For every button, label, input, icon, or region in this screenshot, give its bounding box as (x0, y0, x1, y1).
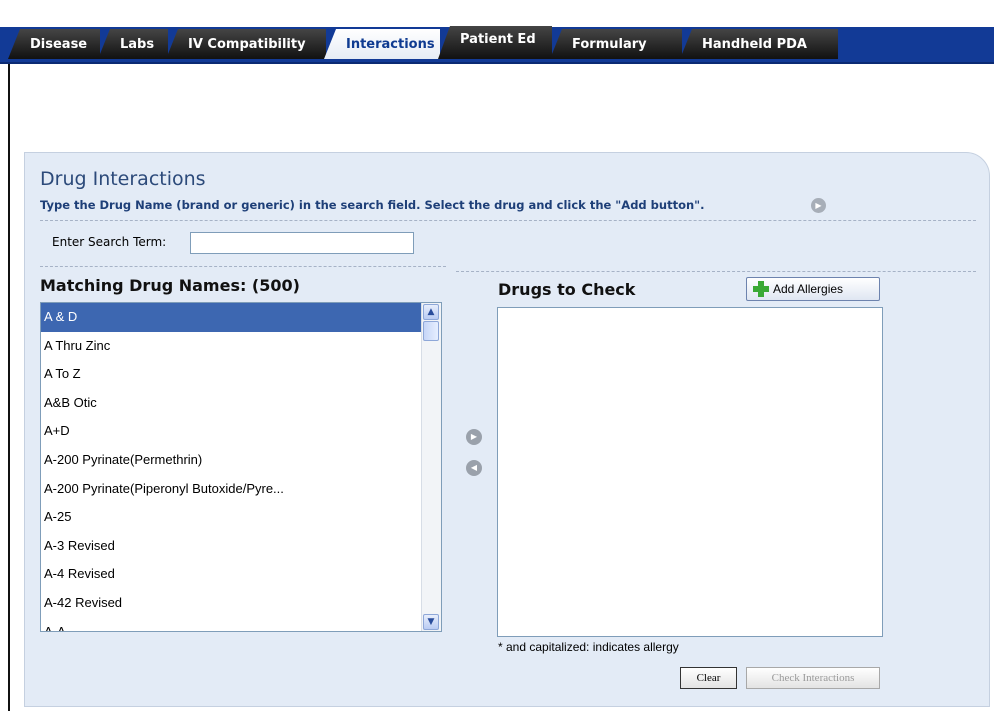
list-item[interactable]: A To Z (41, 360, 441, 389)
search-input[interactable] (190, 232, 414, 254)
tab-labs[interactable]: Labs (98, 29, 168, 59)
add-allergies-button[interactable]: Add Allergies (746, 277, 880, 301)
clear-button[interactable]: Clear (680, 667, 737, 689)
allergy-note: * and capitalized: indicates allergy (498, 640, 679, 654)
list-item[interactable]: A-4 Revised (41, 560, 441, 589)
matching-drugs-list[interactable]: A & D A Thru Zinc A To Z A&B Otic A+D A-… (40, 302, 442, 632)
tab-label: Interactions (346, 36, 435, 52)
tab-handheld-pda[interactable]: Handheld PDA (680, 29, 838, 59)
tab-patient-ed[interactable]: Patient Ed (438, 26, 552, 59)
check-interactions-button[interactable]: Check Interactions (746, 667, 880, 689)
list-item[interactable]: A & D (41, 303, 441, 332)
page-title: Drug Interactions (40, 168, 206, 190)
list-item[interactable]: A-200 Pyrinate(Permethrin) (41, 446, 441, 475)
add-allergies-label: Add Allergies (773, 282, 844, 296)
tab-formulary[interactable]: Formulary (550, 29, 682, 59)
tab-interactions[interactable]: Interactions (324, 29, 440, 59)
list-item[interactable]: A-3 Revised (41, 532, 441, 561)
scroll-thumb[interactable] (423, 321, 439, 341)
tab-label: Handheld PDA (702, 36, 807, 52)
tab-label: Patient Ed (460, 32, 536, 47)
remove-drug-arrow-icon[interactable]: ◀ (466, 460, 482, 476)
scroll-up-icon[interactable]: ▲ (423, 304, 439, 320)
add-drug-arrow-icon[interactable]: ▶ (466, 429, 482, 445)
list-item[interactable]: A+D (41, 417, 441, 446)
drugs-to-check-title: Drugs to Check (498, 280, 636, 299)
list-item[interactable]: A Thru Zinc (41, 332, 441, 361)
list-item[interactable]: A&B Otic (41, 389, 441, 418)
tab-label: Labs (120, 36, 155, 52)
drugs-to-check-list[interactable] (497, 307, 883, 637)
tab-label: Formulary (572, 36, 647, 52)
tab-iv-compatibility[interactable]: IV Compatibility (166, 29, 326, 59)
tab-bar: Disease Labs IV Compatibility Interactio… (0, 0, 994, 64)
list-item[interactable]: A-A-... (41, 618, 441, 631)
info-play-icon[interactable]: ▶ (811, 198, 826, 213)
tab-disease[interactable]: Disease (8, 29, 100, 59)
instructions-text: Type the Drug Name (brand or generic) in… (40, 198, 705, 212)
divider (456, 271, 976, 272)
tab-bar-rule (0, 62, 994, 64)
tab-label: IV Compatibility (188, 36, 306, 52)
list-scrollbar[interactable]: ▲ ▼ (421, 303, 441, 631)
list-item[interactable]: A-42 Revised (41, 589, 441, 618)
plus-icon (753, 281, 769, 297)
divider (40, 266, 446, 267)
tab-label: Disease (30, 36, 88, 52)
divider (40, 220, 976, 221)
matching-drugs-title: Matching Drug Names: (500) (40, 276, 300, 295)
scroll-down-icon[interactable]: ▼ (423, 614, 439, 630)
list-item[interactable]: A-200 Pyrinate(Piperonyl Butoxide/Pyre..… (41, 475, 441, 504)
search-label: Enter Search Term: (52, 235, 167, 249)
left-border (8, 64, 10, 711)
list-item[interactable]: A-25 (41, 503, 441, 532)
